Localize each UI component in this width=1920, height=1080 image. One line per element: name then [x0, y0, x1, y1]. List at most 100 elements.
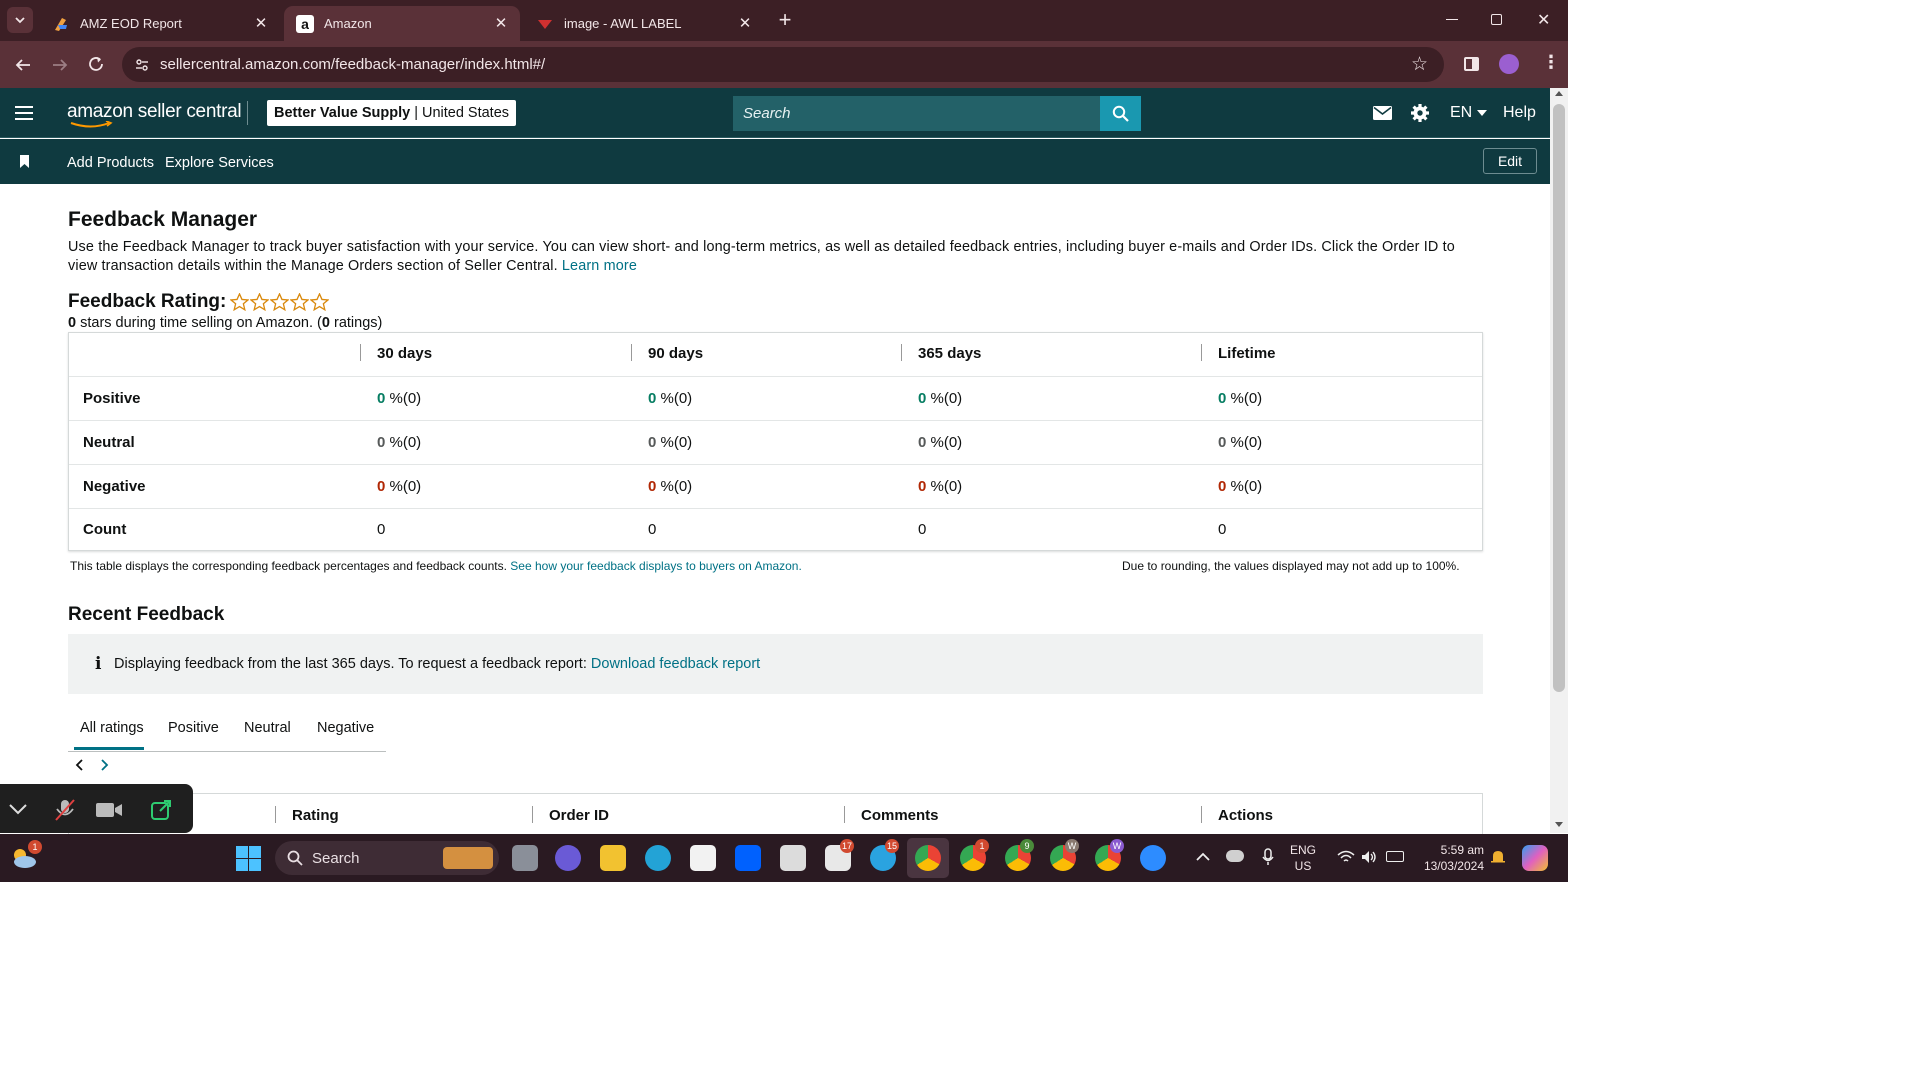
notification-badge: W: [1110, 839, 1124, 853]
scroll-down-arrow[interactable]: [1555, 822, 1563, 827]
chevron-down-icon[interactable]: [8, 802, 28, 816]
clock[interactable]: 5:59 am 13/03/2024: [1416, 842, 1484, 874]
language-indicator[interactable]: ENG US: [1290, 842, 1316, 874]
teams-chat-icon[interactable]: [555, 845, 581, 871]
nav-add-products[interactable]: Add Products: [67, 155, 154, 171]
tab-all-ratings[interactable]: All ratings: [80, 720, 144, 736]
edit-nav-button[interactable]: Edit: [1483, 148, 1537, 174]
help-link[interactable]: Help: [1503, 104, 1536, 122]
notification-badge: W: [1065, 839, 1079, 853]
video-camera-icon[interactable]: [95, 801, 123, 819]
wifi-icon[interactable]: [1337, 850, 1355, 864]
site-info-icon[interactable]: [134, 57, 150, 73]
minimize-icon[interactable]: [1446, 19, 1458, 20]
microphone-icon[interactable]: [1262, 848, 1274, 866]
close-icon[interactable]: ✕: [252, 15, 270, 33]
search-field[interactable]: Search: [733, 96, 1101, 131]
table-cell: 0 %(0): [918, 390, 963, 407]
side-panel-icon[interactable]: [1464, 57, 1479, 71]
reload-icon[interactable]: [87, 55, 105, 73]
edge-browser-icon[interactable]: [645, 845, 671, 871]
chrome-icon[interactable]: [915, 845, 941, 871]
tab-title: AMZ EOD Report: [80, 16, 182, 31]
feedback-display-link[interactable]: See how your feedback displays to buyers…: [510, 559, 802, 573]
column-header: Rating: [292, 807, 339, 824]
slack-icon[interactable]: 17: [825, 839, 854, 871]
table-cell: 0 %(0): [918, 478, 963, 495]
telegram-icon[interactable]: 15: [870, 839, 899, 871]
notification-bell-icon[interactable]: [1491, 849, 1505, 865]
address-bar[interactable]: sellercentral.amazon.com/feedback-manage…: [122, 47, 1444, 82]
tab-search-button[interactable]: [7, 7, 33, 33]
clock-time: 5:59 am: [1440, 843, 1484, 857]
amazon-app-icon[interactable]: [780, 845, 806, 871]
system-tray-chevron-icon[interactable]: [1196, 852, 1210, 862]
language-selector[interactable]: EN: [1450, 104, 1488, 122]
chevron-left-icon[interactable]: [75, 759, 85, 771]
microsoft-store-icon[interactable]: [690, 845, 716, 871]
chevron-right-icon[interactable]: [99, 759, 109, 771]
chrome-icon[interactable]: 1: [960, 839, 989, 871]
microphone-muted-icon[interactable]: [54, 798, 76, 822]
profile-avatar[interactable]: [1499, 54, 1519, 74]
volume-icon[interactable]: [1361, 850, 1377, 864]
mail-icon[interactable]: [1373, 106, 1392, 120]
tab-negative[interactable]: Negative: [317, 720, 374, 736]
table-footnote: This table displays the corresponding fe…: [70, 559, 802, 573]
new-tab-button[interactable]: +: [774, 9, 796, 31]
scroll-up-arrow[interactable]: [1555, 91, 1563, 96]
tab-positive[interactable]: Positive: [168, 720, 219, 736]
bookmark-star-icon[interactable]: ☆: [1411, 53, 1428, 76]
seller-central-logo[interactable]: amazon seller central: [67, 101, 242, 128]
info-icon: i: [95, 654, 102, 674]
dropbox-icon[interactable]: [735, 845, 761, 871]
table-cell: 0 %(0): [648, 434, 693, 451]
table-cell: 0: [1218, 521, 1227, 538]
taskbar-search[interactable]: Search: [275, 841, 499, 875]
download-report-link[interactable]: Download feedback report: [591, 656, 760, 672]
apps-script-icon: [52, 15, 70, 33]
footnote-text: This table displays the corresponding fe…: [70, 559, 507, 573]
scrollbar-thumb[interactable]: [1553, 104, 1565, 692]
star-icon: [310, 293, 330, 311]
tab-amazon[interactable]: a Amazon ✕: [284, 6, 520, 41]
bookmark-icon[interactable]: [19, 155, 30, 168]
learn-more-link[interactable]: Learn more: [562, 258, 637, 274]
weather-widget-icon[interactable]: 1: [10, 840, 42, 870]
awl-icon: [536, 15, 554, 33]
table-cell: 0 %(0): [377, 478, 422, 495]
share-screen-icon[interactable]: [150, 799, 172, 821]
forward-icon[interactable]: [51, 56, 69, 74]
hamburger-menu-icon[interactable]: [15, 105, 33, 121]
chrome-menu-icon[interactable]: ⋮: [1542, 52, 1560, 73]
search-button[interactable]: [1100, 96, 1141, 131]
zoom-icon[interactable]: [1140, 845, 1166, 871]
notification-badge: 1: [975, 839, 989, 853]
meeting-control-bar: [0, 784, 193, 833]
close-icon[interactable]: ✕: [736, 15, 754, 33]
chrome-icon[interactable]: W: [1095, 839, 1124, 871]
feedback-summary-table: 30 days 90 days 365 days Lifetime Positi…: [68, 332, 1483, 551]
close-icon[interactable]: ✕: [492, 15, 510, 33]
account-switcher[interactable]: Better Value Supply | United States: [267, 100, 517, 126]
onedrive-error-icon[interactable]: [1226, 850, 1244, 862]
page-scrollbar[interactable]: [1550, 88, 1568, 833]
back-icon[interactable]: [14, 56, 32, 74]
row-label: Positive: [83, 390, 141, 407]
windows-start-icon[interactable]: [236, 846, 261, 871]
restore-icon[interactable]: [1491, 14, 1502, 25]
tab-amz-eod-report[interactable]: AMZ EOD Report ✕: [40, 6, 280, 41]
chrome-icon[interactable]: W: [1050, 839, 1079, 871]
tab-image-awl-label[interactable]: image - AWL LABEL ✕: [524, 6, 764, 41]
nav-explore-services[interactable]: Explore Services: [165, 155, 274, 171]
window-close-icon[interactable]: ✕: [1537, 10, 1550, 30]
tab-neutral[interactable]: Neutral: [244, 720, 291, 736]
file-explorer-icon[interactable]: [600, 845, 626, 871]
settings-gear-icon[interactable]: [1410, 103, 1430, 123]
table-cell: 0 %(0): [648, 390, 693, 407]
chrome-icon[interactable]: 9: [1005, 839, 1034, 871]
battery-icon[interactable]: [1386, 851, 1404, 862]
copilot-icon[interactable]: [1522, 845, 1548, 871]
task-view-icon[interactable]: [512, 845, 538, 871]
star-icon: [290, 293, 310, 311]
